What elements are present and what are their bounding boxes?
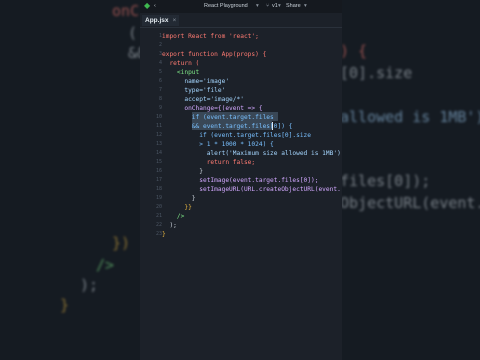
line-number: 6: [158, 78, 162, 84]
code-line: && event.target.files[0]) {: [162, 123, 293, 130]
background-code-line: (: [128, 24, 138, 42]
code-line: alert('Maximum size allowed is 1MB'): [162, 150, 341, 157]
code-line: );: [162, 222, 177, 229]
code-line: setImage(event.target.files[0]);: [162, 177, 319, 184]
code-line: }: [162, 231, 166, 238]
project-name[interactable]: React Playground: [204, 3, 248, 9]
share-button[interactable]: Share: [286, 3, 301, 9]
chevron-down-icon[interactable]: ▾: [304, 3, 307, 9]
code-line: accept='image/*': [162, 96, 244, 103]
background-code-line: allowed is 1MB'): [340, 108, 480, 126]
code-area[interactable]: import React from 'react'; export functi…: [162, 28, 342, 328]
code-line: }: [162, 195, 196, 202]
line-number: 11: [155, 123, 162, 129]
line-number: 7: [158, 87, 162, 93]
line-number: 19: [155, 195, 162, 201]
background-code-line: }): [112, 234, 131, 252]
background-code-line: );: [80, 276, 99, 294]
branch-icon: ⑂: [266, 3, 270, 9]
code-line: />: [162, 213, 185, 220]
line-number: 10: [155, 114, 162, 120]
background-code-line: }: [60, 296, 70, 314]
line-number: 2: [158, 42, 162, 48]
line-number: 17: [155, 177, 162, 183]
code-line: }}: [162, 204, 192, 211]
line-number: 9: [158, 105, 162, 111]
code-line: type='file': [162, 87, 226, 94]
line-number: 21: [155, 213, 162, 219]
code-line: > 1 * 1000 * 1024) {: [162, 141, 274, 148]
line-number: 15: [155, 159, 162, 165]
line-number: 20: [155, 204, 162, 210]
tab-label: App.jsx: [145, 17, 169, 24]
line-number: 14: [155, 150, 162, 156]
back-icon[interactable]: ‹: [154, 3, 156, 9]
background-code-line: [0].size: [340, 64, 413, 82]
chevron-down-icon[interactable]: ▾: [256, 3, 259, 9]
background-code-line: />: [96, 256, 115, 274]
line-number: 8: [158, 96, 162, 102]
line-number: 12: [155, 132, 162, 138]
line-number: 5: [158, 69, 162, 75]
line-number-gutter: 1 2 3 4 5 6 7 8 9 10 11 12 13 14 15 16 1…: [140, 28, 162, 328]
code-line: if (event.target.files: [162, 114, 274, 121]
line-number: 1: [158, 33, 162, 39]
code-line: name='image': [162, 78, 230, 85]
code-line: setImageURL(URL.createObjectURL(event.: [162, 186, 341, 193]
code-line: onChange={(event => {: [162, 105, 263, 112]
chevron-down-icon[interactable]: ▾: [278, 3, 281, 9]
background-code-line: onC: [112, 2, 140, 20]
code-line: import React from 'react';: [162, 33, 259, 40]
line-number: 13: [155, 141, 162, 147]
line-number: 16: [155, 168, 162, 174]
line-number: 4: [158, 60, 162, 66]
branch-name[interactable]: v1: [272, 3, 278, 9]
diamond-logo-icon[interactable]: ◆: [144, 1, 150, 10]
code-line: return false;: [162, 159, 256, 166]
code-line: }: [162, 168, 203, 175]
tab-bar: App.jsx ×: [140, 13, 342, 28]
line-number: 18: [155, 186, 162, 192]
title-bar: ◆ ‹ React Playground ▾ ⑂ v1 ▾ Share ▾: [140, 0, 342, 13]
code-line: <input: [162, 69, 200, 76]
close-icon[interactable]: ×: [172, 17, 176, 24]
line-number: 22: [155, 222, 162, 228]
line-number: 23: [155, 231, 162, 237]
code-editor-window: ◆ ‹ React Playground ▾ ⑂ v1 ▾ Share ▾ Ap…: [140, 0, 342, 360]
background-code-line: files[0]);: [340, 172, 431, 190]
code-line: return (: [162, 60, 200, 67]
line-number: 3: [158, 51, 162, 57]
code-line: export function App(props) {: [162, 51, 267, 58]
background-code-line: ObjectURL(event.: [340, 194, 480, 212]
code-line: if (event.target.files[0].size: [162, 132, 312, 139]
background-code-line: ) {: [340, 42, 368, 60]
tab-app-jsx[interactable]: App.jsx ×: [142, 15, 180, 26]
